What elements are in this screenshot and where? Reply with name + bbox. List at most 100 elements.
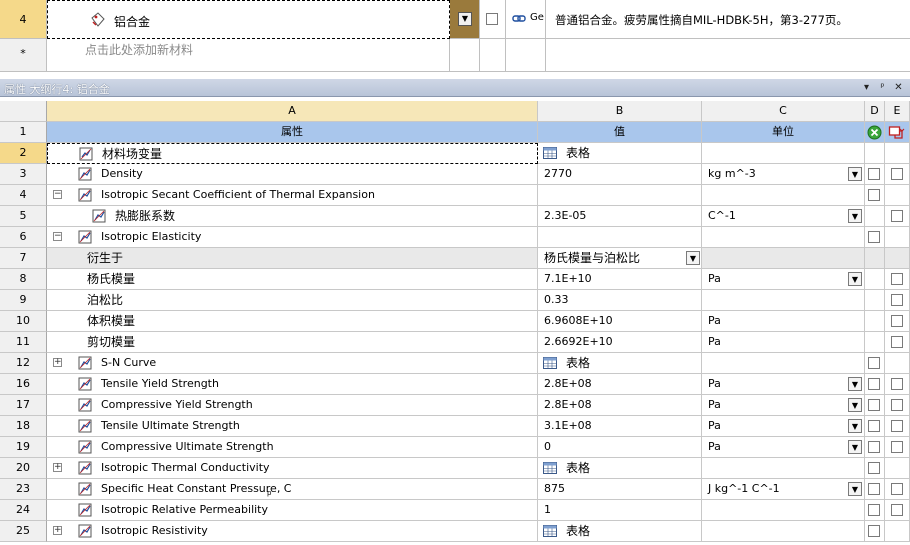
property-row[interactable]: 7 衍生于 杨氏模量与泊松比 ▼ bbox=[0, 248, 910, 269]
row-number[interactable]: 2 bbox=[0, 143, 47, 164]
property-row[interactable]: 6− Isotropic Elasticity bbox=[0, 227, 910, 248]
unit-dropdown-button[interactable]: ▼ bbox=[848, 419, 862, 433]
property-value-cell[interactable]: 2.8E+08 bbox=[538, 374, 702, 395]
property-row[interactable]: 11 剪切模量 2.6692E+10 Pa bbox=[0, 332, 910, 353]
parameter-cell[interactable] bbox=[885, 395, 910, 416]
column-header-c[interactable]: C bbox=[702, 101, 865, 122]
parameter-cell[interactable] bbox=[885, 164, 910, 185]
property-row[interactable]: 23 Specific Heat Constant Pressure, Cp 875… bbox=[0, 479, 910, 500]
property-row[interactable]: 9 泊松比 0.33 bbox=[0, 290, 910, 311]
property-value-cell[interactable]: 2770 bbox=[538, 164, 702, 185]
property-name-cell[interactable]: 体积模量 bbox=[47, 311, 538, 332]
row-number[interactable]: 18 bbox=[0, 416, 47, 437]
collapse-icon[interactable]: − bbox=[53, 190, 62, 199]
row-number[interactable]: 11 bbox=[0, 332, 47, 353]
property-name-cell[interactable]: 剪切模量 bbox=[47, 332, 538, 353]
property-row[interactable]: 18 Tensile Ultimate Strength 3.1E+08 Pa ▼ bbox=[0, 416, 910, 437]
suppress-cell[interactable] bbox=[865, 416, 885, 437]
row-number[interactable]: 25 bbox=[0, 521, 47, 542]
close-icon[interactable]: ✕ bbox=[892, 81, 905, 94]
parameter-cell[interactable] bbox=[885, 500, 910, 521]
outline-row-number[interactable]: 4 bbox=[0, 0, 47, 39]
property-value-cell[interactable]: 7.1E+10 bbox=[538, 269, 702, 290]
unit-dropdown-button[interactable]: ▼ bbox=[848, 272, 862, 286]
material-name-cell[interactable]: 铝合金 bbox=[47, 0, 450, 39]
property-row[interactable]: 10 体积模量 6.9608E+10 Pa bbox=[0, 311, 910, 332]
property-row[interactable]: 19 Compressive Ultimate Strength 0 Pa ▼ bbox=[0, 437, 910, 458]
property-name-cell[interactable]: 热膨胀系数 bbox=[47, 206, 538, 227]
suppress-cell[interactable] bbox=[865, 437, 885, 458]
suppress-icon[interactable] bbox=[867, 125, 882, 140]
parameter-checkbox[interactable] bbox=[891, 399, 903, 411]
property-row[interactable]: 16 Tensile Yield Strength 2.8E+08 Pa ▼ bbox=[0, 374, 910, 395]
suppress-checkbox[interactable] bbox=[868, 357, 880, 369]
row-number[interactable]: 1 bbox=[0, 122, 47, 143]
property-value-cell[interactable] bbox=[538, 227, 702, 248]
unit-dropdown-button[interactable]: ▼ bbox=[848, 398, 862, 412]
property-value-cell[interactable]: 表格 bbox=[538, 353, 702, 374]
property-unit-cell[interactable]: J kg^-1 C^-1 ▼ bbox=[702, 479, 865, 500]
parameter-checkbox[interactable] bbox=[891, 420, 903, 432]
property-value-cell[interactable]: 杨氏模量与泊松比 ▼ bbox=[538, 248, 702, 269]
property-row[interactable]: 20 + Isotropic Thermal Conductivity 表格 bbox=[0, 458, 910, 479]
parameter-checkbox[interactable] bbox=[891, 294, 903, 306]
material-checkbox[interactable] bbox=[486, 13, 498, 25]
parameter-checkbox[interactable] bbox=[891, 504, 903, 516]
suppress-cell[interactable] bbox=[865, 500, 885, 521]
parameter-checkbox[interactable] bbox=[891, 441, 903, 453]
property-name-cell[interactable]: Tensile Ultimate Strength bbox=[47, 416, 538, 437]
parameter-cell[interactable] bbox=[885, 206, 910, 227]
property-value-cell[interactable]: 2.8E+08 bbox=[538, 395, 702, 416]
row-number[interactable]: 4 bbox=[0, 185, 47, 206]
parameter-checkbox[interactable] bbox=[891, 210, 903, 222]
property-unit-cell[interactable]: kg m^-3 ▼ bbox=[702, 164, 865, 185]
suppress-checkbox[interactable] bbox=[868, 168, 880, 180]
property-name-cell[interactable]: − Isotropic Secant Coefficient of Thermal… bbox=[47, 185, 538, 206]
suppress-checkbox[interactable] bbox=[868, 441, 880, 453]
suppress-checkbox[interactable] bbox=[868, 378, 880, 390]
unit-dropdown-button[interactable]: ▼ bbox=[848, 377, 862, 391]
parameter-checkbox[interactable] bbox=[891, 168, 903, 180]
expand-icon[interactable]: + bbox=[53, 463, 62, 472]
add-material-cell[interactable]: 点击此处添加新材料 bbox=[47, 39, 450, 72]
parameter-cell[interactable] bbox=[885, 269, 910, 290]
property-row[interactable]: 4− Isotropic Secant Coefficient of Therma… bbox=[0, 185, 910, 206]
suppress-all-cell[interactable] bbox=[865, 122, 885, 143]
suppress-cell[interactable] bbox=[865, 458, 885, 479]
property-value-cell[interactable]: 6.9608E+10 bbox=[538, 311, 702, 332]
property-row[interactable]: 5 热膨胀系数 2.3E-05 C^-1 ▼ bbox=[0, 206, 910, 227]
parameter-cell[interactable] bbox=[885, 332, 910, 353]
suppress-checkbox[interactable] bbox=[868, 483, 880, 495]
suppress-checkbox[interactable] bbox=[868, 420, 880, 432]
parameter-all-cell[interactable] bbox=[885, 122, 910, 143]
property-name-cell[interactable]: + Isotropic Resistivity bbox=[47, 521, 538, 542]
property-unit-cell[interactable]: Pa ▼ bbox=[702, 416, 865, 437]
row-number[interactable]: 17 bbox=[0, 395, 47, 416]
property-row[interactable]: 25 + Isotropic Resistivity 表格 bbox=[0, 521, 910, 542]
property-unit-cell[interactable]: Pa ▼ bbox=[702, 374, 865, 395]
suppress-checkbox[interactable] bbox=[868, 504, 880, 516]
parameter-checkbox[interactable] bbox=[891, 336, 903, 348]
row-number[interactable]: 3 bbox=[0, 164, 47, 185]
property-name-cell[interactable]: + Isotropic Thermal Conductivity bbox=[47, 458, 538, 479]
property-name-cell[interactable]: Compressive Yield Strength bbox=[47, 395, 538, 416]
suppress-cell[interactable] bbox=[865, 395, 885, 416]
suppress-cell[interactable] bbox=[865, 353, 885, 374]
material-description-cell[interactable]: 普通铝合金。疲劳属性摘自MIL-HDBK-5H，第3-277页。 bbox=[546, 0, 910, 39]
property-row[interactable]: 3 Density 2770 kg m^-3 ▼ bbox=[0, 164, 910, 185]
column-header-e[interactable]: E bbox=[885, 101, 910, 122]
property-value-cell[interactable]: 表格 bbox=[538, 521, 702, 542]
parameter-checkbox[interactable] bbox=[891, 378, 903, 390]
property-row[interactable]: 24 Isotropic Relative Permeability 1 bbox=[0, 500, 910, 521]
row-number[interactable]: 23 bbox=[0, 479, 47, 500]
material-dropdown-cell[interactable]: ▼ bbox=[450, 0, 480, 39]
unit-dropdown-button[interactable]: ▼ bbox=[848, 167, 862, 181]
row-number[interactable]: 10 bbox=[0, 311, 47, 332]
suppress-cell[interactable] bbox=[865, 521, 885, 542]
property-value-cell[interactable]: 0 bbox=[538, 437, 702, 458]
property-value-cell[interactable]: 875 bbox=[538, 479, 702, 500]
corner-cell[interactable] bbox=[0, 101, 47, 122]
property-name-cell[interactable]: 衍生于 bbox=[47, 248, 538, 269]
property-name-cell[interactable]: Isotropic Relative Permeability bbox=[47, 500, 538, 521]
suppress-checkbox[interactable] bbox=[868, 231, 880, 243]
